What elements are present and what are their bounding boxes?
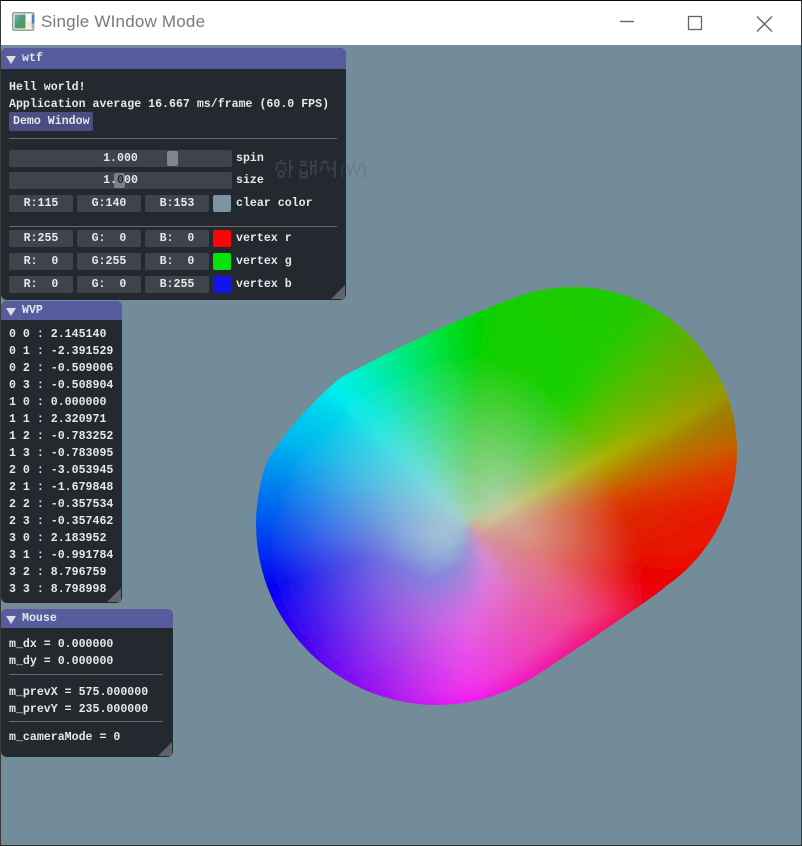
svg-text:(W): (W) (340, 160, 367, 179)
